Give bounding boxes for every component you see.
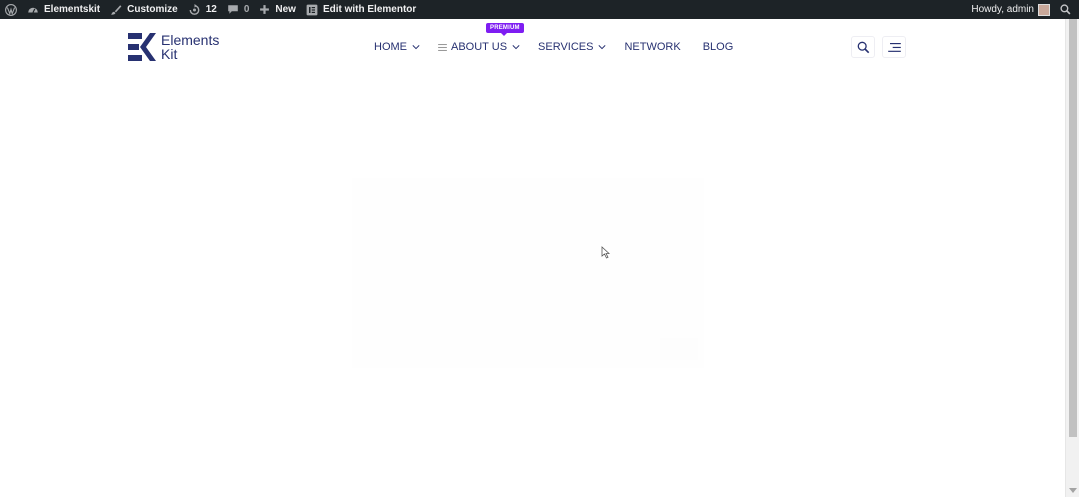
elementskit-logo-icon [128, 33, 156, 61]
wordpress-icon [5, 3, 17, 16]
nav-home-label: HOME [374, 41, 407, 53]
nav-item-blog[interactable]: BLOG [703, 41, 734, 53]
comment-icon [228, 5, 238, 14]
hamburger-icon [887, 42, 901, 52]
chevron-down-icon [512, 45, 520, 50]
howdy-label: Howdy, admin [971, 4, 1034, 15]
site-header: Elements Kit HOME ABOUT US PREMIUM SERVI… [0, 19, 1065, 77]
new-label: New [275, 4, 296, 15]
customize-label: Customize [127, 4, 178, 15]
offcanvas-menu-button[interactable] [882, 36, 906, 58]
fading-modal [352, 178, 704, 368]
scroll-down-arrow-icon[interactable] [1069, 488, 1077, 493]
header-search-button[interactable] [851, 36, 875, 58]
dashboard-icon [28, 7, 38, 13]
search-icon [1060, 4, 1071, 15]
nav-item-about-us[interactable]: ABOUT US PREMIUM [438, 23, 524, 53]
nav-blog-label: BLOG [702, 41, 734, 53]
edit-with-elementor-link[interactable]: Edit with Elementor [301, 0, 421, 19]
comments-link[interactable]: 0 [222, 0, 255, 19]
elementor-icon [306, 4, 318, 15]
site-logo[interactable]: Elements Kit [127, 33, 219, 61]
wp-admin-bar: Elementskit Customize 12 0 New Edit with… [0, 0, 1079, 19]
premium-badge: PREMIUM [486, 23, 524, 36]
scrollbar-thumb[interactable] [1069, 19, 1077, 437]
logo-line-2: Kit [161, 46, 178, 62]
nav-about-label: ABOUT US [451, 41, 508, 53]
site-name-label: Elementskit [44, 4, 101, 15]
mouse-cursor-icon [601, 246, 610, 259]
logo-wordmark: Elements Kit [161, 33, 219, 61]
new-content-link[interactable]: New [254, 0, 301, 19]
site-name-link[interactable]: Elementskit [22, 0, 105, 19]
updates-link[interactable]: 12 [183, 0, 222, 19]
nav-item-services[interactable]: SERVICES [538, 41, 607, 53]
admin-search-button[interactable] [1055, 0, 1079, 19]
menu-lines-icon [438, 43, 447, 51]
logo-line-1: Elements [161, 32, 220, 48]
page-scrollbar[interactable] [1065, 19, 1079, 497]
nav-network-label: NETWORK [624, 41, 681, 53]
wordpress-logo-button[interactable] [0, 0, 22, 19]
nav-item-network[interactable]: NETWORK [624, 41, 680, 53]
avatar [1038, 3, 1050, 16]
updates-icon [189, 3, 200, 15]
updates-count: 12 [205, 4, 217, 15]
main-nav: HOME ABOUT US PREMIUM SERVICES NETWORK B… [374, 23, 751, 53]
customize-link[interactable]: Customize [105, 0, 183, 19]
nav-item-home[interactable]: HOME [374, 41, 420, 53]
chevron-down-icon [598, 45, 607, 50]
my-account-menu[interactable]: Howdy, admin [966, 0, 1055, 19]
comments-count: 0 [243, 4, 250, 15]
chevron-down-icon [412, 45, 420, 50]
search-icon [857, 41, 869, 53]
plus-icon [260, 5, 270, 14]
fading-modal-button [660, 338, 698, 360]
edit-elementor-label: Edit with Elementor [322, 4, 417, 15]
nav-services-label: SERVICES [538, 41, 594, 53]
brush-icon [111, 4, 122, 15]
